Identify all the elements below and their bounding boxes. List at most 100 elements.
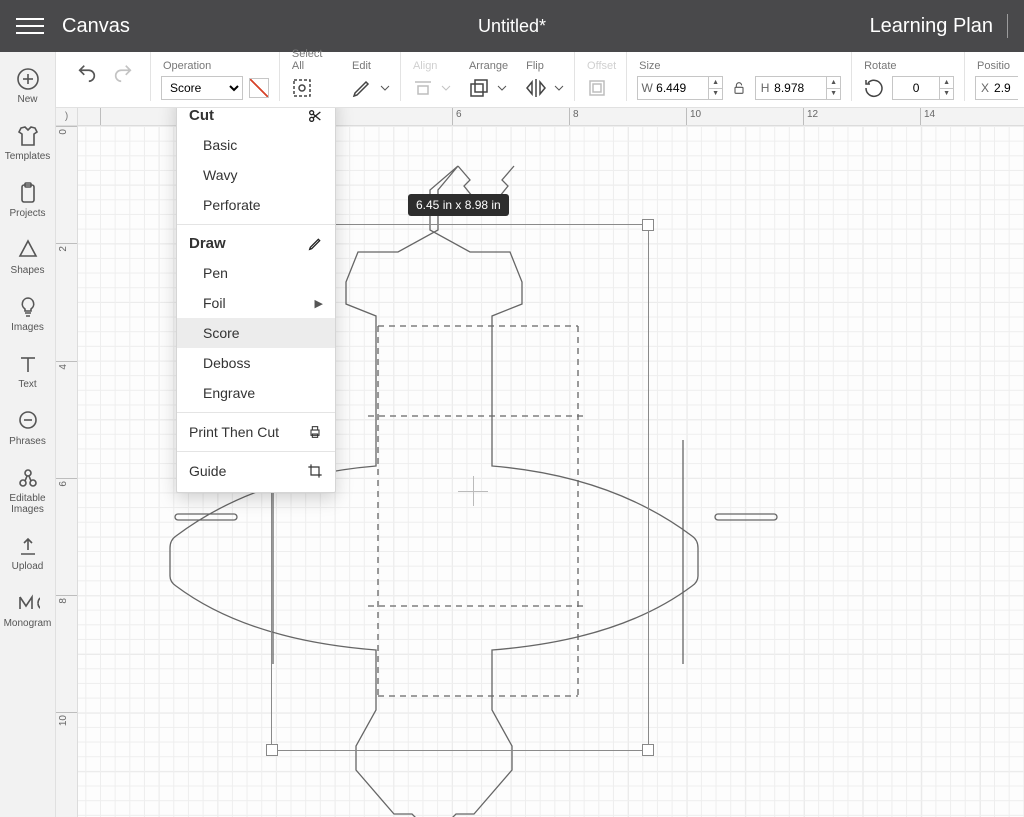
chevron-down-icon[interactable] bbox=[497, 83, 507, 93]
sidebar-item-label: Projects bbox=[0, 208, 56, 219]
h-prefix: H bbox=[756, 81, 774, 95]
handle-ne[interactable] bbox=[642, 219, 654, 231]
selectall-group: Select All bbox=[282, 48, 342, 101]
plus-icon bbox=[0, 66, 56, 92]
offset-label: Offset bbox=[587, 60, 616, 72]
sidebar-item-upload[interactable]: Upload bbox=[0, 525, 56, 582]
op-item-pen[interactable]: Pen bbox=[177, 258, 335, 288]
op-item-wavy[interactable]: Wavy bbox=[177, 160, 335, 190]
op-item-basic[interactable]: Basic bbox=[177, 130, 335, 160]
ruler-vertical: 0246810 bbox=[56, 126, 78, 817]
operation-label: Operation bbox=[163, 60, 269, 72]
w-prefix: W bbox=[638, 81, 656, 95]
select-all-icon[interactable] bbox=[290, 76, 314, 100]
operation-group: Operation Score bbox=[153, 60, 277, 101]
width-stepper[interactable]: ▲▼ bbox=[708, 77, 722, 99]
lock-icon[interactable] bbox=[731, 80, 747, 96]
bulb-icon bbox=[0, 294, 56, 320]
size-label: Size bbox=[639, 60, 841, 72]
pencil-icon bbox=[307, 236, 323, 252]
sidebar-item-monogram[interactable]: Monogram bbox=[0, 582, 56, 639]
width-value[interactable] bbox=[656, 77, 708, 99]
sidebar-item-label: Editable Images bbox=[0, 493, 56, 515]
operation-select[interactable]: Score bbox=[161, 76, 243, 100]
height-input[interactable]: H ▲▼ bbox=[755, 76, 841, 100]
size-group: Size W ▲▼ H ▲▼ bbox=[629, 60, 849, 101]
op-item-score[interactable]: Score bbox=[177, 318, 335, 348]
submenu-icon: ▶ bbox=[315, 297, 323, 310]
arrange-label: Arrange bbox=[469, 60, 508, 72]
rotate-input[interactable]: ▲▼ bbox=[892, 76, 954, 100]
printer-icon bbox=[307, 424, 323, 440]
dimensions-badge: 6.45 in x 8.98 in bbox=[408, 194, 509, 216]
offset-icon bbox=[585, 76, 609, 100]
handle-se[interactable] bbox=[642, 744, 654, 756]
sidebar-item-label: Templates bbox=[0, 151, 56, 162]
color-swatch[interactable] bbox=[249, 78, 269, 98]
op-item-perforate[interactable]: Perforate bbox=[177, 190, 335, 220]
crop-icon bbox=[307, 463, 323, 479]
op-item-engrave[interactable]: Engrave bbox=[177, 378, 335, 408]
menu-icon[interactable] bbox=[16, 12, 44, 40]
sidebar-item-label: Images bbox=[0, 322, 56, 333]
redo-button[interactable] bbox=[112, 62, 134, 87]
sidebar-item-editable-images[interactable]: Editable Images bbox=[0, 457, 56, 525]
height-stepper[interactable]: ▲▼ bbox=[826, 77, 840, 99]
flip-group: Flip bbox=[516, 60, 572, 101]
align-group: Align bbox=[403, 60, 459, 101]
op-item-deboss[interactable]: Deboss bbox=[177, 348, 335, 378]
chevron-down-icon[interactable] bbox=[380, 83, 390, 93]
sidebar: New Templates Projects Shapes Images Tex… bbox=[0, 52, 56, 817]
app-header: Canvas Untitled* Learning Plan bbox=[0, 0, 1024, 52]
handle-sw[interactable] bbox=[266, 744, 278, 756]
sidebar-item-label: Text bbox=[0, 379, 56, 390]
x-prefix: X bbox=[976, 81, 994, 95]
sidebar-item-templates[interactable]: Templates bbox=[0, 115, 56, 172]
op-menu-title: Cut bbox=[189, 108, 214, 124]
text-icon bbox=[0, 351, 56, 377]
op-item-guide[interactable]: Guide bbox=[177, 456, 335, 486]
offset-group: Offset bbox=[577, 60, 624, 101]
undo-button[interactable] bbox=[76, 62, 98, 87]
canvas-area[interactable]: ) 6810121416 0246810 bbox=[56, 108, 1024, 817]
rotate-group: Rotate ▲▼ bbox=[854, 60, 962, 101]
op-menu-title: Draw bbox=[189, 235, 226, 252]
scissors-icon bbox=[307, 108, 323, 124]
shirt-icon bbox=[0, 123, 56, 149]
sidebar-item-text[interactable]: Text bbox=[0, 343, 56, 400]
op-item-print-then-cut[interactable]: Print Then Cut bbox=[177, 417, 335, 447]
posx-value[interactable] bbox=[994, 77, 1018, 99]
sidebar-item-shapes[interactable]: Shapes bbox=[0, 229, 56, 286]
sidebar-item-label: Monogram bbox=[0, 618, 56, 629]
op-item-foil[interactable]: Foil▶ bbox=[177, 288, 335, 318]
editable-icon bbox=[0, 465, 56, 491]
align-label: Align bbox=[413, 60, 451, 72]
flip-icon[interactable] bbox=[524, 76, 548, 100]
rotate-icon[interactable] bbox=[862, 76, 886, 100]
sidebar-item-images[interactable]: Images bbox=[0, 286, 56, 343]
sidebar-item-new[interactable]: New bbox=[0, 58, 56, 115]
op-menu-header-draw: Draw bbox=[177, 229, 335, 258]
edit-icon[interactable] bbox=[350, 76, 374, 100]
sidebar-item-label: Phrases bbox=[0, 436, 56, 447]
position-label: Positio bbox=[977, 60, 1018, 72]
sidebar-item-projects[interactable]: Projects bbox=[0, 172, 56, 229]
width-input[interactable]: W ▲▼ bbox=[637, 76, 723, 100]
height-value[interactable] bbox=[774, 77, 826, 99]
flip-label: Flip bbox=[526, 60, 564, 72]
posx-input[interactable]: X bbox=[975, 76, 1018, 100]
upload-icon bbox=[0, 533, 56, 559]
edit-label: Edit bbox=[352, 60, 390, 72]
edit-group: Edit bbox=[342, 60, 398, 101]
rotate-value[interactable] bbox=[893, 77, 939, 99]
rotate-stepper[interactable]: ▲▼ bbox=[939, 77, 953, 99]
rotate-label: Rotate bbox=[864, 60, 954, 72]
monogram-icon bbox=[0, 590, 56, 616]
shapes-icon bbox=[0, 237, 56, 263]
chevron-down-icon[interactable] bbox=[554, 83, 564, 93]
sidebar-item-label: New bbox=[0, 94, 56, 105]
arrange-icon[interactable] bbox=[467, 76, 491, 100]
learning-plan-link[interactable]: Learning Plan bbox=[870, 15, 993, 38]
operation-menu[interactable]: Cut Basic Wavy Perforate Draw Pen Foil▶ … bbox=[176, 108, 336, 493]
sidebar-item-phrases[interactable]: Phrases bbox=[0, 400, 56, 457]
